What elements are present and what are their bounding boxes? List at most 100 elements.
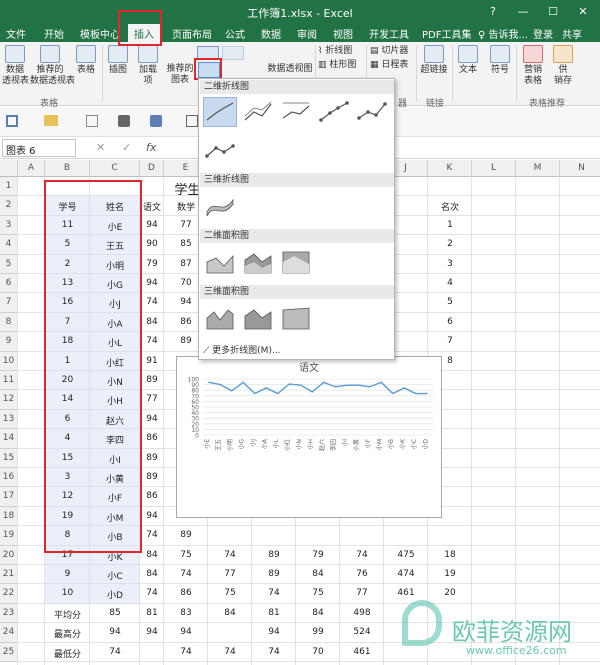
row-header[interactable]: 19 [0, 526, 18, 546]
table-cell[interactable]: 474 [384, 569, 428, 579]
table-cell[interactable]: 小D [90, 588, 140, 601]
row-header[interactable]: 14 [0, 429, 18, 449]
summary-cell[interactable]: 74 [252, 647, 296, 657]
close-button[interactable]: ✕ [574, 3, 592, 21]
tab-home[interactable]: 开始 [44, 26, 64, 41]
row-header[interactable]: 18 [0, 506, 18, 527]
table-cell[interactable]: 86 [140, 491, 164, 501]
summary-cell[interactable]: 84 [296, 608, 340, 618]
table-cell[interactable]: 20 [428, 588, 472, 598]
summary-cell[interactable]: 94 [140, 627, 164, 637]
illustrations-button[interactable]: 插图 [106, 45, 130, 76]
recommended-charts-button[interactable]: 推荐的 图表 [165, 64, 195, 86]
table-cell[interactable]: 86 [140, 433, 164, 443]
table-cell[interactable]: 94 [140, 511, 164, 521]
touch-mode-icon[interactable] [118, 115, 130, 127]
addins-button[interactable]: 加载 项 [136, 45, 160, 87]
tab-review[interactable]: 审阅 [297, 26, 317, 41]
area-chart-option[interactable] [203, 247, 237, 277]
table-cell[interactable]: 79 [296, 550, 340, 560]
hierarchy-chart-dropdown[interactable] [222, 46, 244, 60]
table-cell[interactable]: 86 [164, 588, 208, 598]
table-cell[interactable]: 19 [428, 569, 472, 579]
summary-cell[interactable]: 81 [252, 608, 296, 618]
minimize-button[interactable]: — [514, 3, 532, 21]
table-cell[interactable]: 89 [140, 472, 164, 482]
table-cell[interactable]: 76 [340, 569, 384, 579]
row-header[interactable]: 20 [0, 545, 18, 565]
select-all-corner[interactable] [0, 160, 18, 177]
summary-cell[interactable]: 81 [140, 608, 164, 618]
column-header[interactable]: C [90, 160, 140, 177]
table-cell[interactable]: 5 [428, 297, 472, 307]
maximize-button[interactable]: ☐ [544, 3, 562, 21]
3d-area-option[interactable] [203, 303, 237, 333]
slicer-button[interactable]: ▤ 切片器 [370, 46, 412, 57]
row-header[interactable]: 22 [0, 584, 18, 604]
timeline-button[interactable]: ▦ 日程表 [370, 60, 412, 71]
tab-formulas[interactable]: 公式 [225, 26, 245, 41]
tab-file[interactable]: 文件 [6, 26, 26, 41]
table-cell[interactable]: 18 [428, 550, 472, 560]
table-cell[interactable]: 77 [208, 569, 252, 579]
row-header[interactable]: 3 [0, 215, 18, 236]
line-chart-option[interactable] [203, 97, 237, 127]
row-header[interactable]: 4 [0, 235, 18, 255]
table-cell[interactable]: 94 [140, 414, 164, 424]
help-icon[interactable]: ? [484, 3, 502, 21]
tab-view[interactable]: 视图 [333, 26, 353, 41]
3d-stacked-area-option[interactable] [241, 303, 275, 333]
table-cell[interactable]: 77 [340, 588, 384, 598]
table-cell[interactable]: 2 [428, 239, 472, 249]
summary-cell[interactable]: 74 [208, 647, 252, 657]
name-box[interactable]: 图表 6 [2, 139, 76, 157]
tab-pdf-tools[interactable]: PDF工具集 [422, 26, 471, 41]
table-cell[interactable]: 89 [252, 550, 296, 560]
open-folder-icon[interactable] [44, 115, 58, 126]
tab-developer[interactable]: 开发工具 [369, 26, 409, 41]
row-header[interactable]: 9 [0, 332, 18, 352]
column-header[interactable]: N [560, 160, 600, 177]
table-cell[interactable]: 84 [140, 550, 164, 560]
row-header[interactable]: 23 [0, 603, 18, 624]
save-icon[interactable] [6, 115, 18, 127]
line-with-markers-option[interactable] [317, 97, 351, 127]
table-cell[interactable]: 74 [140, 297, 164, 307]
summary-cell[interactable]: 84 [208, 608, 252, 618]
table-cell[interactable]: 7 [428, 336, 472, 346]
table-cell[interactable]: 6 [428, 317, 472, 327]
table-cell[interactable]: 74 [140, 530, 164, 540]
table-cell[interactable]: 10 [45, 588, 90, 598]
text-button[interactable]: 文本 [456, 45, 480, 76]
recommended-pivot-button[interactable]: 推荐的 数据透视表 [30, 45, 75, 87]
inventory-button[interactable]: 供 销存 [550, 45, 576, 87]
table-cell[interactable]: 91 [140, 356, 164, 366]
print-preview-icon[interactable] [186, 115, 198, 127]
column-label[interactable]: 语文 [140, 200, 164, 213]
stacked-line-option[interactable] [241, 97, 275, 127]
table-cell[interactable]: 小C [90, 569, 140, 582]
row-header[interactable]: 5 [0, 254, 18, 274]
summary-cell[interactable]: 85 [90, 608, 140, 618]
column-header[interactable]: A [18, 160, 45, 177]
row-header[interactable]: 11 [0, 371, 18, 391]
table-cell[interactable]: 90 [140, 239, 164, 249]
table-cell[interactable]: 94 [140, 220, 164, 230]
row-header[interactable]: 15 [0, 448, 18, 468]
summary-cell[interactable]: 524 [340, 627, 384, 637]
summary-cell[interactable]: 74 [164, 647, 208, 657]
chart-object[interactable]: 语文 0 10 20 30 40 50 60 70 80 90 100 小E 王五 小明 小G 小J 小A 小L 小红… [176, 356, 442, 518]
summary-cell[interactable]: 498 [340, 608, 384, 618]
table-cell[interactable]: 4 [428, 278, 472, 288]
symbols-button[interactable]: 符号 [488, 45, 512, 76]
insert-function-icon[interactable]: fx [146, 141, 156, 154]
table-cell[interactable]: 1 [428, 220, 472, 230]
row-header[interactable]: 2 [0, 196, 18, 216]
pivot-chart-button[interactable]: 数据透视图 [265, 64, 315, 75]
summary-cell[interactable]: 99 [296, 627, 340, 637]
table-cell[interactable]: 89 [140, 453, 164, 463]
tell-me-search[interactable]: ♀ 告诉我... [478, 26, 528, 41]
row-header[interactable]: 24 [0, 623, 18, 643]
row-header[interactable]: 7 [0, 293, 18, 313]
summary-cell[interactable]: 83 [164, 608, 208, 618]
